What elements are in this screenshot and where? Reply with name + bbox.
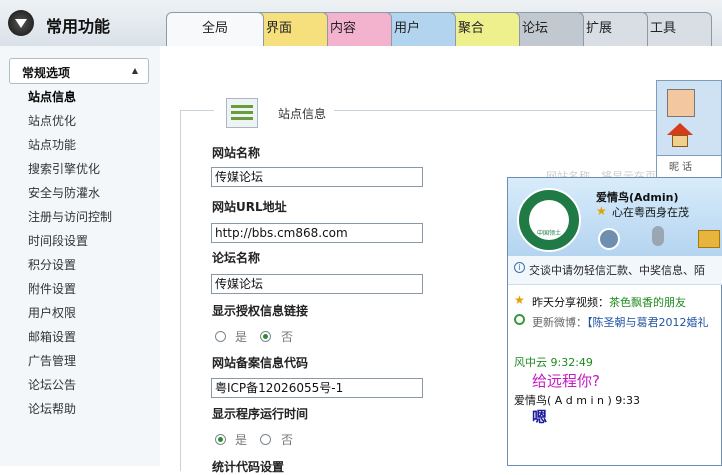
- notice-text: 交谈中请勿轻信汇款、中奖信息、陌: [529, 264, 705, 277]
- sidebar: 常规选项 ▲ 站点信息站点优化站点功能搜索引擎优化 安全与防灌水 注册与访问控制 时间…: [0, 46, 161, 466]
- site-info-icon: [226, 98, 258, 128]
- send-file-icon[interactable]: [698, 230, 720, 248]
- contact-avatar[interactable]: [517, 188, 581, 252]
- contact-name: 爱情鸟(Admin): [596, 191, 679, 204]
- video-camera-icon[interactable]: [598, 228, 620, 250]
- show-license-yes-radio[interactable]: [215, 331, 226, 342]
- site-name-label: 网站名称: [212, 146, 261, 160]
- sidebar-item[interactable]: 论坛公告: [28, 376, 76, 393]
- background-window[interactable]: 昵 话: [656, 80, 722, 180]
- feed-microblog[interactable]: 更新微博：【陈圣朝与葛君2012婚礼: [532, 314, 709, 330]
- site-url-label: 网站URL地址: [212, 200, 287, 214]
- sidebar-item[interactable]: 站点优化: [28, 112, 76, 129]
- icp-input[interactable]: 粤ICP备12026055号-1: [211, 378, 423, 398]
- security-notice: i 交谈中请勿轻信汇款、中奖信息、陌: [508, 256, 722, 285]
- microblog-icon: [514, 314, 525, 325]
- background-window-text: 昵 话: [669, 162, 693, 173]
- forum-name-input[interactable]: 传媒论坛: [211, 274, 423, 294]
- tab-item[interactable]: 全局: [166, 12, 264, 46]
- contact-signature: 心在粤西身在茂: [612, 206, 689, 219]
- forum-name-label: 论坛名称: [212, 251, 261, 265]
- app-title: 常用功能: [46, 17, 111, 36]
- show-license-no-radio[interactable]: [260, 331, 271, 342]
- show-runtime-label: 显示程序运行时间: [212, 407, 309, 421]
- contacts-avatar-icon[interactable]: [667, 89, 695, 117]
- site-url-input[interactable]: http://bbs.cm868.com: [211, 223, 423, 243]
- sidebar-header-label: 常规选项: [22, 66, 71, 80]
- top-bar: 常用功能 全局 界面 内容 用户 聚合 论坛 扩展 工具: [0, 0, 722, 47]
- sidebar-item[interactable]: 附件设置: [28, 280, 76, 297]
- sidebar-item[interactable]: 时间段设置: [28, 232, 88, 249]
- message-body: 给远程你?: [532, 372, 600, 390]
- dropdown-menu-icon[interactable]: [8, 10, 34, 36]
- feed-shared-video[interactable]: 昨天分享视频：茶色飘香的朋友: [532, 294, 686, 310]
- sidebar-header[interactable]: 常规选项 ▲: [9, 58, 149, 84]
- show-runtime-no-label: 否: [281, 433, 294, 447]
- sidebar-item[interactable]: 站点功能: [28, 136, 76, 153]
- feed-shared-video-label: 昨天分享视频：: [532, 296, 609, 309]
- message-header: 风中云 9:32:49: [514, 356, 593, 369]
- info-icon: i: [514, 262, 525, 273]
- icp-label: 网站备案信息代码: [212, 356, 309, 370]
- show-license-label: 显示授权信息链接: [212, 304, 309, 318]
- sidebar-item[interactable]: 积分设置: [28, 256, 76, 273]
- sidebar-item[interactable]: 论坛帮助: [28, 400, 76, 417]
- feed-star-icon: ★: [514, 293, 525, 307]
- show-license-yes-label: 是: [235, 330, 248, 344]
- home-icon[interactable]: [667, 123, 693, 149]
- sidebar-item[interactable]: 用户权限: [28, 304, 76, 321]
- show-runtime-no-radio[interactable]: [260, 434, 271, 445]
- site-name-input[interactable]: 传媒论坛: [211, 167, 423, 187]
- background-window-strip: 昵 话: [657, 155, 721, 178]
- feed-shared-video-link[interactable]: 茶色飘香的朋友: [609, 296, 686, 309]
- chat-header: 爱情鸟(Admin) ★ 心在粤西身在茂: [508, 178, 722, 256]
- star-icon: ★: [596, 204, 607, 218]
- chat-window[interactable]: 爱情鸟(Admin) ★ 心在粤西身在茂 i 交谈中请勿轻信汇款、中奖信息、陌 …: [507, 177, 722, 466]
- sidebar-item[interactable]: 邮箱设置: [28, 328, 76, 345]
- microphone-icon[interactable]: [652, 226, 664, 246]
- sidebar-item[interactable]: 注册与访问控制: [28, 208, 112, 225]
- sidebar-item[interactable]: 站点信息: [28, 88, 76, 105]
- show-runtime-yes-radio[interactable]: [215, 434, 226, 445]
- collapse-arrow-icon[interactable]: ▲: [132, 66, 138, 75]
- sidebar-item[interactable]: 安全与防灌水: [28, 184, 100, 201]
- feed-microblog-link[interactable]: 【陈圣朝与葛君2012婚礼: [587, 316, 709, 329]
- sidebar-item[interactable]: 搜索引擎优化: [28, 160, 100, 177]
- feed-microblog-label: 更新微博：: [532, 316, 587, 329]
- message-body: 嗯: [532, 408, 548, 426]
- section-title: 站点信息: [278, 107, 327, 121]
- sidebar-item[interactable]: 广告管理: [28, 352, 76, 369]
- show-license-no-label: 否: [281, 330, 294, 344]
- show-runtime-yes-label: 是: [235, 433, 248, 447]
- stats-code-label: 统计代码设置: [212, 460, 285, 474]
